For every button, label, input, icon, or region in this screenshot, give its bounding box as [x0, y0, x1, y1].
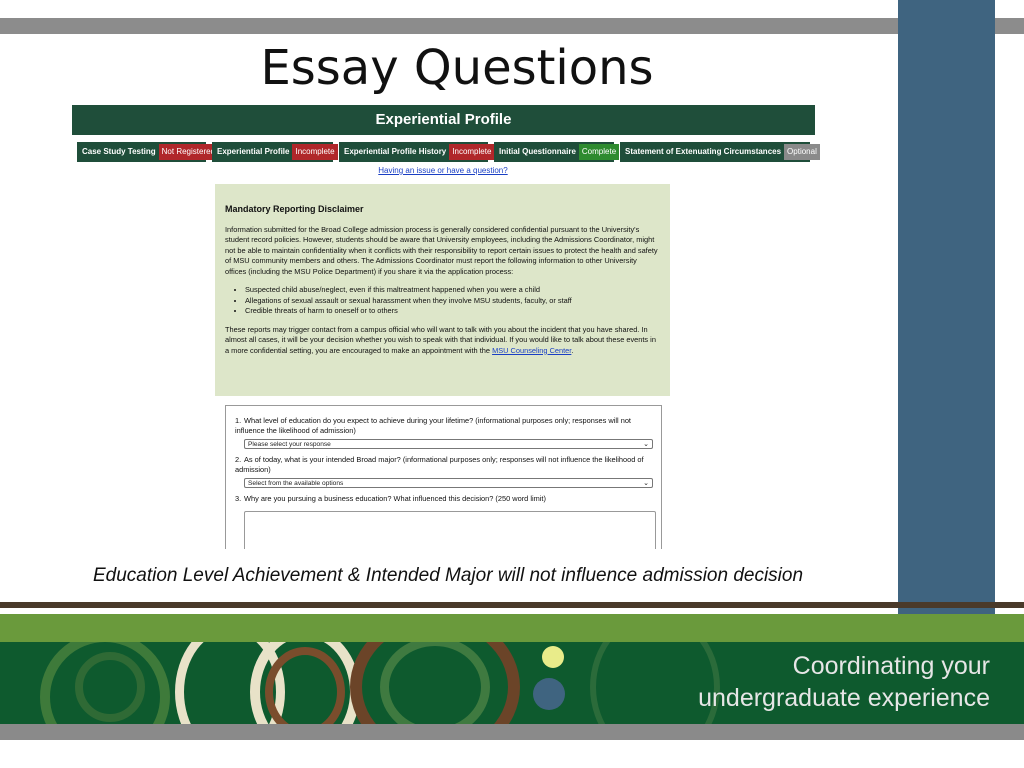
list-item: Allegations of sexual assault or sexual …: [245, 296, 660, 307]
bottom-gray-bar: [0, 724, 1024, 740]
question-text: 3. Why are you pursuing a business educat…: [235, 494, 653, 504]
tab-case-study-testing[interactable]: Case Study Testing Not Registered: [77, 142, 219, 162]
tagline-line-2: undergraduate experience: [698, 684, 990, 712]
question-label: As of today, what is your intended Broad…: [235, 455, 644, 474]
question-number: 2.: [235, 455, 242, 464]
question-label: What level of education do you expect to…: [235, 416, 631, 435]
essay-textarea[interactable]: [244, 511, 656, 549]
tab-label: Statement of Extenuating Circumstances: [625, 147, 782, 156]
status-badge: Not Registered: [158, 144, 219, 160]
tab-initial-questionnaire[interactable]: Initial Questionnaire Complete: [494, 142, 620, 162]
tab-label: Experiential Profile History: [344, 147, 447, 156]
select-value: Please select your response: [248, 441, 331, 448]
status-badge: Incomplete: [449, 144, 495, 160]
select-value: Select from the available options: [248, 480, 344, 487]
brown-divider: [0, 602, 1024, 608]
tab-experiential-profile[interactable]: Experiential Profile Incomplete: [212, 142, 338, 162]
chevron-down-icon: ⌄: [643, 441, 649, 448]
disclaimer-list: Suspected child abuse/neglect, even if t…: [225, 285, 660, 317]
question-number: 1.: [235, 416, 242, 425]
tab-experiential-profile-history[interactable]: Experiential Profile History Incomplete: [339, 142, 495, 162]
disclaimer-paragraph-2: These reports may trigger contact from a…: [225, 325, 660, 357]
slide-title: Essay Questions: [260, 40, 654, 96]
decorative-circle: [380, 642, 490, 724]
light-green-band: [0, 614, 1024, 642]
msu-counseling-center-link[interactable]: MSU Counseling Center: [492, 346, 571, 355]
disclaimer-paragraph-text: These reports may trigger contact from a…: [225, 324, 656, 355]
decorative-dot: [533, 678, 565, 710]
list-item: Suspected child abuse/neglect, even if t…: [245, 285, 660, 296]
status-badge: Incomplete: [292, 144, 338, 160]
intended-major-select[interactable]: Select from the available options ⌄: [244, 478, 653, 488]
period: .: [571, 345, 574, 355]
help-link[interactable]: Having an issue or have a question?: [0, 166, 886, 175]
chevron-down-icon: ⌄: [643, 480, 649, 487]
disclaimer-paragraph: Information submitted for the Broad Coll…: [225, 224, 658, 276]
decorative-dot: [542, 646, 564, 668]
status-badge: Optional: [784, 144, 820, 160]
mandatory-reporting-disclaimer: Mandatory Reporting Disclaimer Informati…: [215, 184, 670, 396]
question-text: 1. What level of education do you expect …: [235, 416, 653, 436]
question-2: 2. As of today, what is your intended Bro…: [235, 455, 653, 488]
decorative-circle: [75, 652, 145, 722]
tab-label: Initial Questionnaire: [499, 147, 576, 156]
page-header: Experiential Profile: [72, 105, 815, 135]
tab-statement-of-extenuating-circumstances[interactable]: Statement of Extenuating Circumstances Op…: [620, 142, 820, 162]
question-text: 2. As of today, what is your intended Bro…: [235, 455, 653, 475]
disclaimer-title: Mandatory Reporting Disclaimer: [225, 204, 364, 214]
question-number: 3.: [235, 494, 242, 503]
question-3: 3. Why are you pursuing a business educat…: [235, 494, 656, 549]
status-badge: Complete: [578, 144, 620, 160]
tab-label: Experiential Profile: [217, 147, 290, 156]
top-gray-bar: [0, 18, 1024, 34]
question-label: Why are you pursuing a business educatio…: [244, 494, 546, 503]
bottom-margin: [0, 740, 1024, 768]
questions-panel: 1. What level of education do you expect …: [225, 405, 662, 549]
slide-caption: Education Level Achievement & Intended M…: [92, 565, 804, 586]
question-1: 1. What level of education do you expect …: [235, 416, 653, 449]
education-level-select[interactable]: Please select your response ⌄: [244, 439, 653, 449]
list-item: Credible threats of harm to oneself or t…: [245, 306, 660, 317]
tab-label: Case Study Testing: [82, 147, 156, 156]
tagline-line-1: Coordinating your: [792, 652, 990, 680]
